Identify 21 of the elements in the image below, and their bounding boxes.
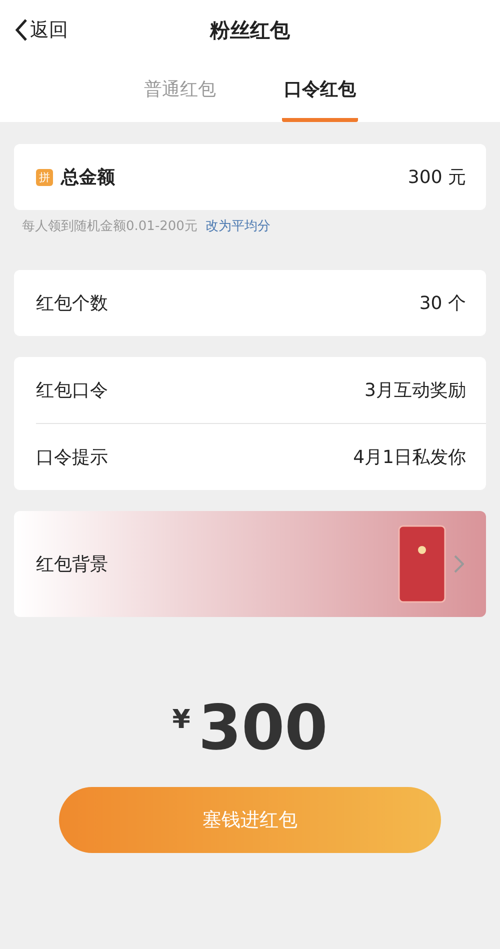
back-button[interactable]: 返回 xyxy=(14,0,68,60)
badge: 拼 xyxy=(36,168,53,186)
currency-symbol: ¥ xyxy=(172,705,190,735)
field-value[interactable]: 4月1日私发你 xyxy=(353,445,466,469)
amount-text: 300 xyxy=(198,697,328,759)
back-icon xyxy=(14,18,28,42)
field-value[interactable]: 30 个 xyxy=(419,291,466,315)
field-label: 红包口令 xyxy=(36,379,108,402)
chevron-icon xyxy=(454,555,464,573)
field-label: 红包背景 xyxy=(36,553,108,576)
tab[interactable]: 口令红包 xyxy=(282,60,358,122)
field-value[interactable]: 300 元 xyxy=(408,165,466,189)
page-title: 粉丝红包 xyxy=(210,16,290,44)
envelope-icon xyxy=(398,525,446,603)
field-value[interactable]: 3月互动奖励 xyxy=(364,378,466,402)
link[interactable]: 改为平均分 xyxy=(205,217,270,241)
field-label: 红包个数 xyxy=(36,292,108,315)
field-label: 口令提示 xyxy=(36,446,108,469)
background-card[interactable]: 红包背景 xyxy=(14,511,486,617)
hint-text: 每人领到随机金额0.01-200元 xyxy=(22,218,198,236)
field-label: 总金额 xyxy=(61,166,115,189)
